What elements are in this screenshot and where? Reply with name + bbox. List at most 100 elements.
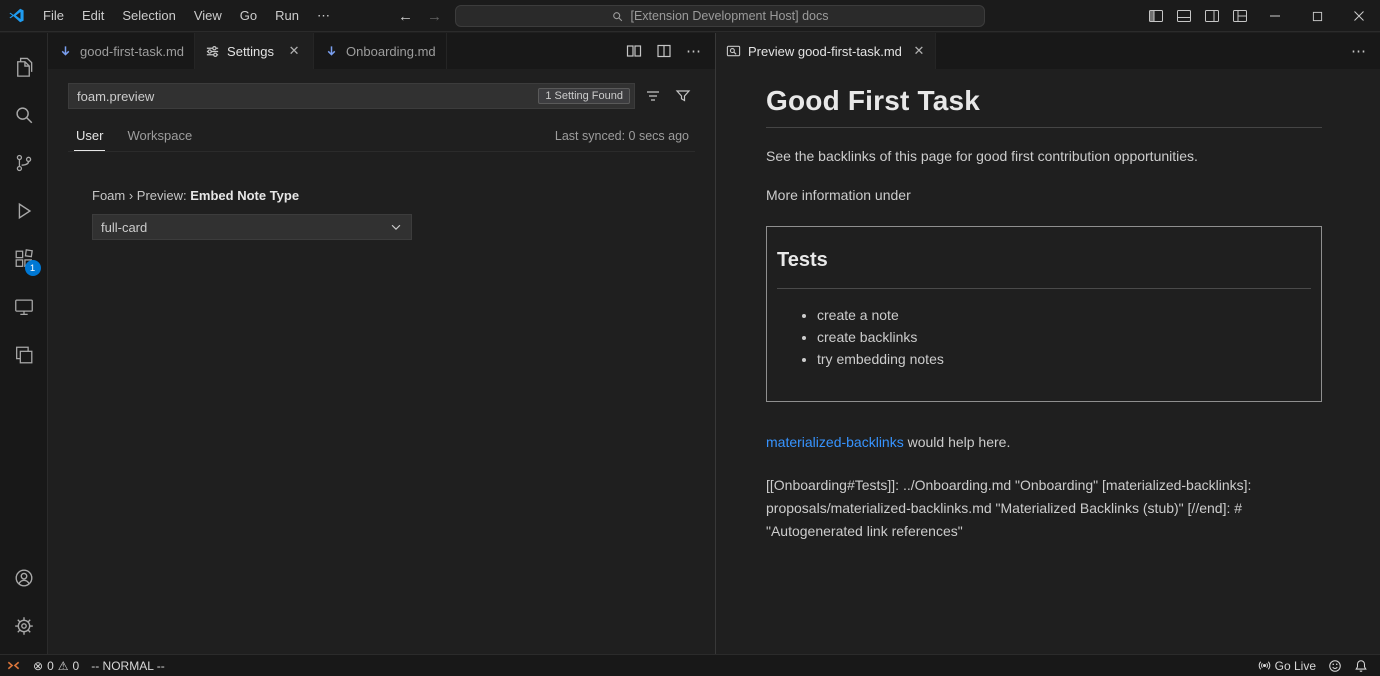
run-debug-icon[interactable] bbox=[0, 187, 48, 235]
toggle-panel-icon[interactable] bbox=[1170, 0, 1198, 32]
status-bar-right: Go Live bbox=[1252, 655, 1380, 676]
settings-search-box[interactable]: 1 Setting Found bbox=[68, 83, 635, 109]
preview-file-icon bbox=[726, 44, 741, 59]
vscode-logo-icon bbox=[8, 7, 25, 24]
command-center-search[interactable]: [Extension Development Host] docs bbox=[455, 5, 985, 27]
markdown-preview: Good First Task See the backlinks of thi… bbox=[716, 69, 1380, 654]
close-tab-icon[interactable]: ✕ bbox=[285, 42, 303, 60]
tab-preview-good-first-task[interactable]: Preview good-first-task.md ✕ bbox=[716, 33, 936, 69]
status-bar: ⊗ 0 ⚠ 0 -- NORMAL -- Go Live bbox=[0, 654, 1380, 676]
error-icon: ⊗ bbox=[33, 659, 43, 673]
list-item: try embedding notes bbox=[817, 351, 1311, 367]
go-live-label: Go Live bbox=[1275, 659, 1316, 673]
settings-search-input[interactable] bbox=[77, 89, 538, 104]
warning-count: 0 bbox=[73, 659, 80, 673]
tab-label: Settings bbox=[227, 44, 274, 59]
menu-view[interactable]: View bbox=[186, 5, 230, 26]
maximize-button[interactable] bbox=[1296, 0, 1338, 32]
settings-found-badge: 1 Setting Found bbox=[538, 88, 630, 104]
menu-more[interactable]: ⋯ bbox=[309, 5, 338, 27]
embed-note-type-select[interactable]: full-card bbox=[92, 214, 412, 240]
tab-label: Onboarding.md bbox=[346, 44, 436, 59]
menu-selection[interactable]: Selection bbox=[114, 5, 183, 26]
materialized-backlinks-link[interactable]: materialized-backlinks bbox=[766, 434, 904, 450]
settings-search-row: 1 Setting Found bbox=[68, 83, 695, 109]
explorer-icon[interactable] bbox=[0, 43, 48, 91]
tab-good-first-task[interactable]: good-first-task.md bbox=[48, 33, 195, 69]
titlebar-actions bbox=[1142, 0, 1380, 32]
more-actions-icon[interactable]: ⋯ bbox=[1346, 38, 1372, 64]
history-nav: ← → bbox=[398, 0, 442, 32]
select-value: full-card bbox=[101, 220, 147, 235]
search-icon bbox=[611, 10, 624, 23]
setting-name: Embed Note Type bbox=[190, 188, 299, 203]
workbench: 1 good-first-task.md bbox=[0, 33, 1380, 654]
tab-onboarding[interactable]: Onboarding.md bbox=[314, 33, 447, 69]
preview-more-info: More information under bbox=[766, 185, 1322, 206]
settings-scope-tabs: User Workspace Last synced: 0 secs ago bbox=[68, 121, 695, 152]
tab-label: Preview good-first-task.md bbox=[748, 44, 902, 59]
foam-file-icon bbox=[58, 44, 73, 59]
minimize-button[interactable] bbox=[1254, 0, 1296, 32]
settings-file-icon bbox=[205, 44, 220, 59]
toggle-sidebar-right-icon[interactable] bbox=[1198, 0, 1226, 32]
list-item: create backlinks bbox=[817, 329, 1311, 345]
preview-title: Good First Task bbox=[766, 85, 1322, 128]
go-live-button[interactable]: Go Live bbox=[1252, 655, 1322, 676]
forward-arrow-icon[interactable]: → bbox=[427, 8, 442, 25]
right-tab-actions: ⋯ bbox=[1346, 33, 1380, 69]
chevron-down-icon bbox=[389, 220, 403, 234]
extensions-icon[interactable]: 1 bbox=[0, 235, 48, 283]
notifications-bell-icon[interactable] bbox=[1348, 655, 1374, 676]
foam-file-icon bbox=[324, 44, 339, 59]
feedback-icon[interactable] bbox=[1322, 655, 1348, 676]
funnel-filter-icon[interactable] bbox=[671, 84, 695, 108]
open-changes-icon[interactable] bbox=[621, 38, 647, 64]
customize-layout-icon[interactable] bbox=[1226, 0, 1254, 32]
remote-explorer-icon[interactable] bbox=[0, 283, 48, 331]
setting-item-embed-note-type: Foam › Preview: Embed Note Type full-car… bbox=[92, 188, 695, 240]
menu-bar: File Edit Selection View Go Run ⋯ bbox=[0, 5, 338, 27]
settings-gear-icon[interactable] bbox=[0, 602, 48, 650]
source-control-icon[interactable] bbox=[0, 139, 48, 187]
status-bar-left: ⊗ 0 ⚠ 0 -- NORMAL -- bbox=[0, 655, 171, 676]
close-tab-icon[interactable]: ✕ bbox=[913, 42, 925, 60]
error-count: 0 bbox=[47, 659, 54, 673]
warning-icon: ⚠ bbox=[58, 659, 69, 673]
activity-bar-bottom bbox=[0, 554, 48, 654]
toggle-sidebar-left-icon[interactable] bbox=[1142, 0, 1170, 32]
search-view-icon[interactable] bbox=[0, 91, 48, 139]
settings-editor: 1 Setting Found User Workspace Last sync… bbox=[48, 69, 715, 654]
preview-intro: See the backlinks of this page for good … bbox=[766, 146, 1322, 167]
activity-bar: 1 bbox=[0, 33, 48, 654]
last-synced-label: Last synced: 0 secs ago bbox=[555, 129, 689, 151]
back-arrow-icon[interactable]: ← bbox=[398, 8, 413, 25]
account-icon[interactable] bbox=[0, 554, 48, 602]
filter-lines-icon[interactable] bbox=[641, 84, 665, 108]
menu-go[interactable]: Go bbox=[232, 5, 265, 26]
left-tab-bar: good-first-task.md Settings ✕ Onboarding… bbox=[48, 33, 715, 69]
more-actions-icon[interactable]: ⋯ bbox=[681, 38, 707, 64]
remote-indicator-icon[interactable] bbox=[0, 655, 27, 676]
menu-edit[interactable]: Edit bbox=[74, 5, 112, 26]
close-window-button[interactable] bbox=[1338, 0, 1380, 32]
menu-run[interactable]: Run bbox=[267, 5, 307, 26]
editor-group-left: good-first-task.md Settings ✕ Onboarding… bbox=[48, 33, 716, 654]
setting-label: Foam › Preview: Embed Note Type bbox=[92, 188, 695, 203]
setting-category: Foam › Preview: bbox=[92, 188, 190, 203]
left-tab-actions: ⋯ bbox=[621, 33, 715, 69]
vim-mode-indicator[interactable]: -- NORMAL -- bbox=[85, 655, 171, 676]
embedded-note-card: Tests create a note create backlinks try… bbox=[766, 226, 1322, 402]
help-line-tail: would help here. bbox=[904, 434, 1011, 450]
command-center-label: [Extension Development Host] docs bbox=[630, 9, 828, 23]
tab-settings[interactable]: Settings ✕ bbox=[195, 33, 314, 69]
menu-file[interactable]: File bbox=[35, 5, 72, 26]
problems-status[interactable]: ⊗ 0 ⚠ 0 bbox=[27, 655, 85, 676]
split-editor-icon[interactable] bbox=[651, 38, 677, 64]
help-line: materialized-backlinks would help here. bbox=[766, 434, 1322, 450]
title-bar: File Edit Selection View Go Run ⋯ ← → [E… bbox=[0, 0, 1380, 32]
extensions-badge: 1 bbox=[25, 260, 41, 276]
scope-tab-user[interactable]: User bbox=[74, 121, 105, 151]
windows-icon[interactable] bbox=[0, 331, 48, 379]
scope-tab-workspace[interactable]: Workspace bbox=[125, 121, 194, 151]
